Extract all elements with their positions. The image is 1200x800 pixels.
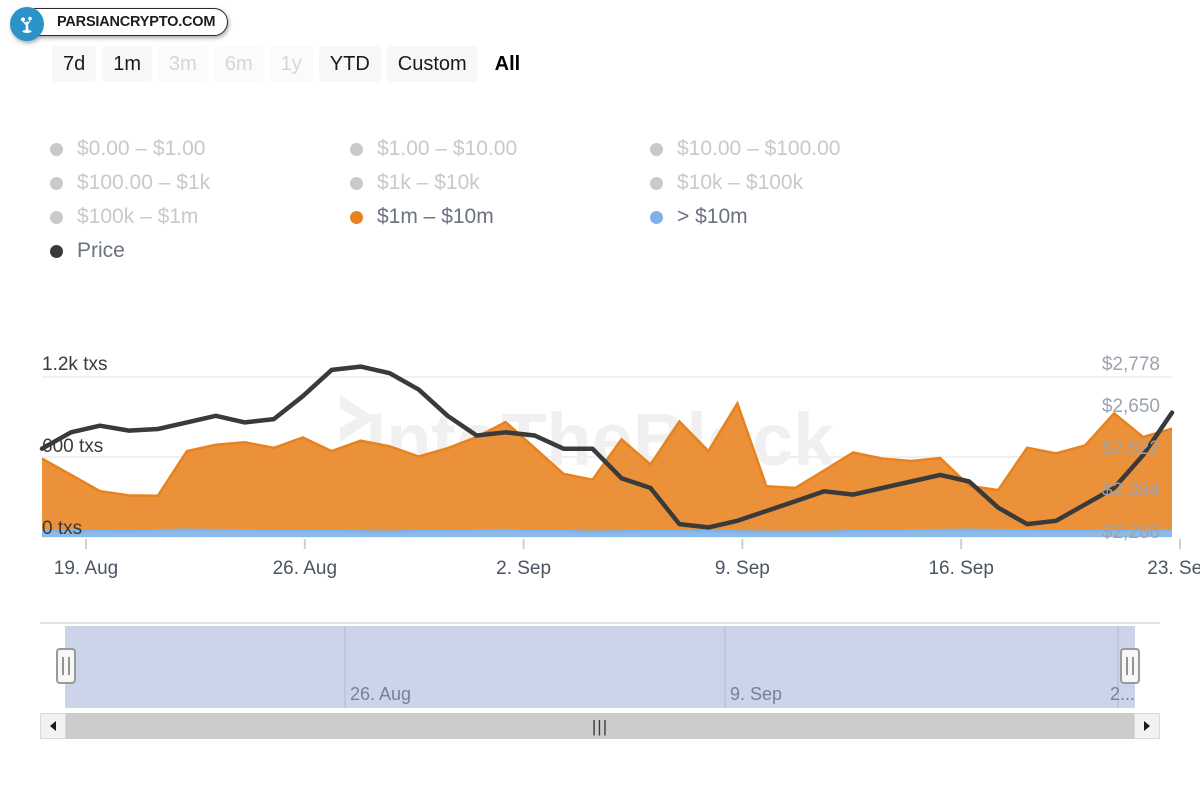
chart-scrollbar[interactable]: |||: [40, 713, 1160, 739]
legend-color-dot: [50, 211, 63, 224]
range-button-all[interactable]: All: [484, 46, 532, 82]
x-axis-label: 26. Aug: [273, 558, 337, 579]
legend-item-100k-1m[interactable]: $100k – $1m: [50, 205, 350, 229]
legend-item-label: $0.00 – $1.00: [77, 137, 205, 161]
legend-item-over-10m[interactable]: > $10m: [650, 205, 950, 229]
x-axis-label: 23. Sep: [1147, 558, 1200, 579]
y-axis-left-tick: 600 txs: [42, 436, 103, 457]
legend-row: Price: [50, 234, 1010, 268]
legend-item-price[interactable]: Price: [50, 239, 350, 263]
legend-row: $100k – $1m $1m – $10m > $10m: [50, 200, 1010, 234]
legend-color-dot: [50, 143, 63, 156]
legend-row: $100.00 – $1k $1k – $10k $10k – $100k: [50, 166, 1010, 200]
navigator-date-label: 2...: [1110, 684, 1135, 704]
legend-color-dot: [650, 177, 663, 190]
range-button-custom[interactable]: Custom: [387, 46, 478, 82]
legend-color-dot: [350, 143, 363, 156]
navigator-date-label: 9. Sep: [730, 684, 782, 704]
legend-color-dot: [50, 245, 63, 258]
legend-item-1m-10m[interactable]: $1m – $10m: [350, 205, 650, 229]
legend-item-label: $10k – $100k: [677, 171, 803, 195]
legend-item-label: $1.00 – $10.00: [377, 137, 517, 161]
arrow-left-icon[interactable]: [40, 713, 66, 739]
x-axis-label: 19. Aug: [54, 558, 118, 579]
range-button-ytd[interactable]: YTD: [319, 46, 381, 82]
range-selector: 7d 1m 3m 6m 1y YTD Custom All: [52, 46, 531, 82]
y-axis-right-tick: $2,266: [1102, 522, 1160, 543]
x-axis-label: 2. Sep: [496, 558, 551, 579]
legend-color-dot: [650, 143, 663, 156]
range-button-3m: 3m: [158, 46, 208, 82]
navigator-selected-range: [65, 626, 1135, 708]
y-axis-right-tick: $2,394: [1102, 480, 1161, 501]
y-axis-right-tick: $2,778: [1102, 354, 1160, 375]
y-axis-right-tick: $2,522: [1102, 438, 1160, 459]
watermark-pill: PARSIANCRYPTO.COM: [22, 8, 228, 36]
arrow-right-icon[interactable]: [1134, 713, 1160, 739]
legend-item-label: $1m – $10m: [377, 205, 494, 229]
range-button-1m[interactable]: 1m: [102, 46, 152, 82]
legend-item-label: $100k – $1m: [77, 205, 198, 229]
legend-item-10k-100k[interactable]: $10k – $100k: [650, 171, 950, 195]
y-axis-left-tick: 0 txs: [42, 518, 82, 539]
legend-item-10-100[interactable]: $10.00 – $100.00: [650, 137, 950, 161]
watermark-brand-text: PARSIANCRYPTO.COM: [57, 14, 215, 30]
legend-color-dot: [50, 177, 63, 190]
x-axis: 19. Aug 26. Aug 2. Sep 9. Sep 16. Sep 23. Sep: [54, 539, 1200, 579]
navigator-handle-left[interactable]: [57, 649, 75, 683]
y-axis-left-tick: 1.2k txs: [42, 354, 107, 375]
legend-item-label: $100.00 – $1k: [77, 171, 210, 195]
chart-legend: $0.00 – $1.00 $1.00 – $10.00 $10.00 – $1…: [50, 132, 1010, 268]
x-axis-label: 16. Sep: [928, 558, 994, 579]
range-button-6m: 6m: [214, 46, 264, 82]
chart-navigator[interactable]: 26. Aug 9. Sep 2...: [40, 621, 1160, 713]
navigator-date-label: 26. Aug: [350, 684, 411, 704]
legend-item-1-10[interactable]: $1.00 – $10.00: [350, 137, 650, 161]
legend-item-label: $10.00 – $100.00: [677, 137, 841, 161]
main-chart[interactable]: IntoTheBlock 1.2k txs 600 txs 0 txs $2,7…: [0, 300, 1200, 600]
navigator-handle-right[interactable]: [1121, 649, 1139, 683]
y-axis-right-tick: $2,650: [1102, 396, 1160, 417]
site-watermark-logo: PARSIANCRYPTO.COM: [10, 7, 228, 37]
legend-item-100-1k[interactable]: $100.00 – $1k: [50, 171, 350, 195]
legend-item-0-1[interactable]: $0.00 – $1.00: [50, 137, 350, 161]
x-axis-label: 9. Sep: [715, 558, 770, 579]
legend-item-label: > $10m: [677, 205, 748, 229]
legend-color-dot: [350, 211, 363, 224]
range-button-7d[interactable]: 7d: [52, 46, 96, 82]
legend-item-label: $1k – $10k: [377, 171, 480, 195]
range-button-1y: 1y: [270, 46, 313, 82]
scrollbar-track[interactable]: |||: [66, 713, 1134, 739]
legend-row: $0.00 – $1.00 $1.00 – $10.00 $10.00 – $1…: [50, 132, 1010, 166]
scrollbar-grip-icon: |||: [592, 718, 608, 735]
legend-color-dot: [650, 211, 663, 224]
tree-logo-icon: [10, 7, 44, 41]
legend-color-dot: [350, 177, 363, 190]
legend-item-1k-10k[interactable]: $1k – $10k: [350, 171, 650, 195]
legend-item-label: Price: [77, 239, 125, 263]
